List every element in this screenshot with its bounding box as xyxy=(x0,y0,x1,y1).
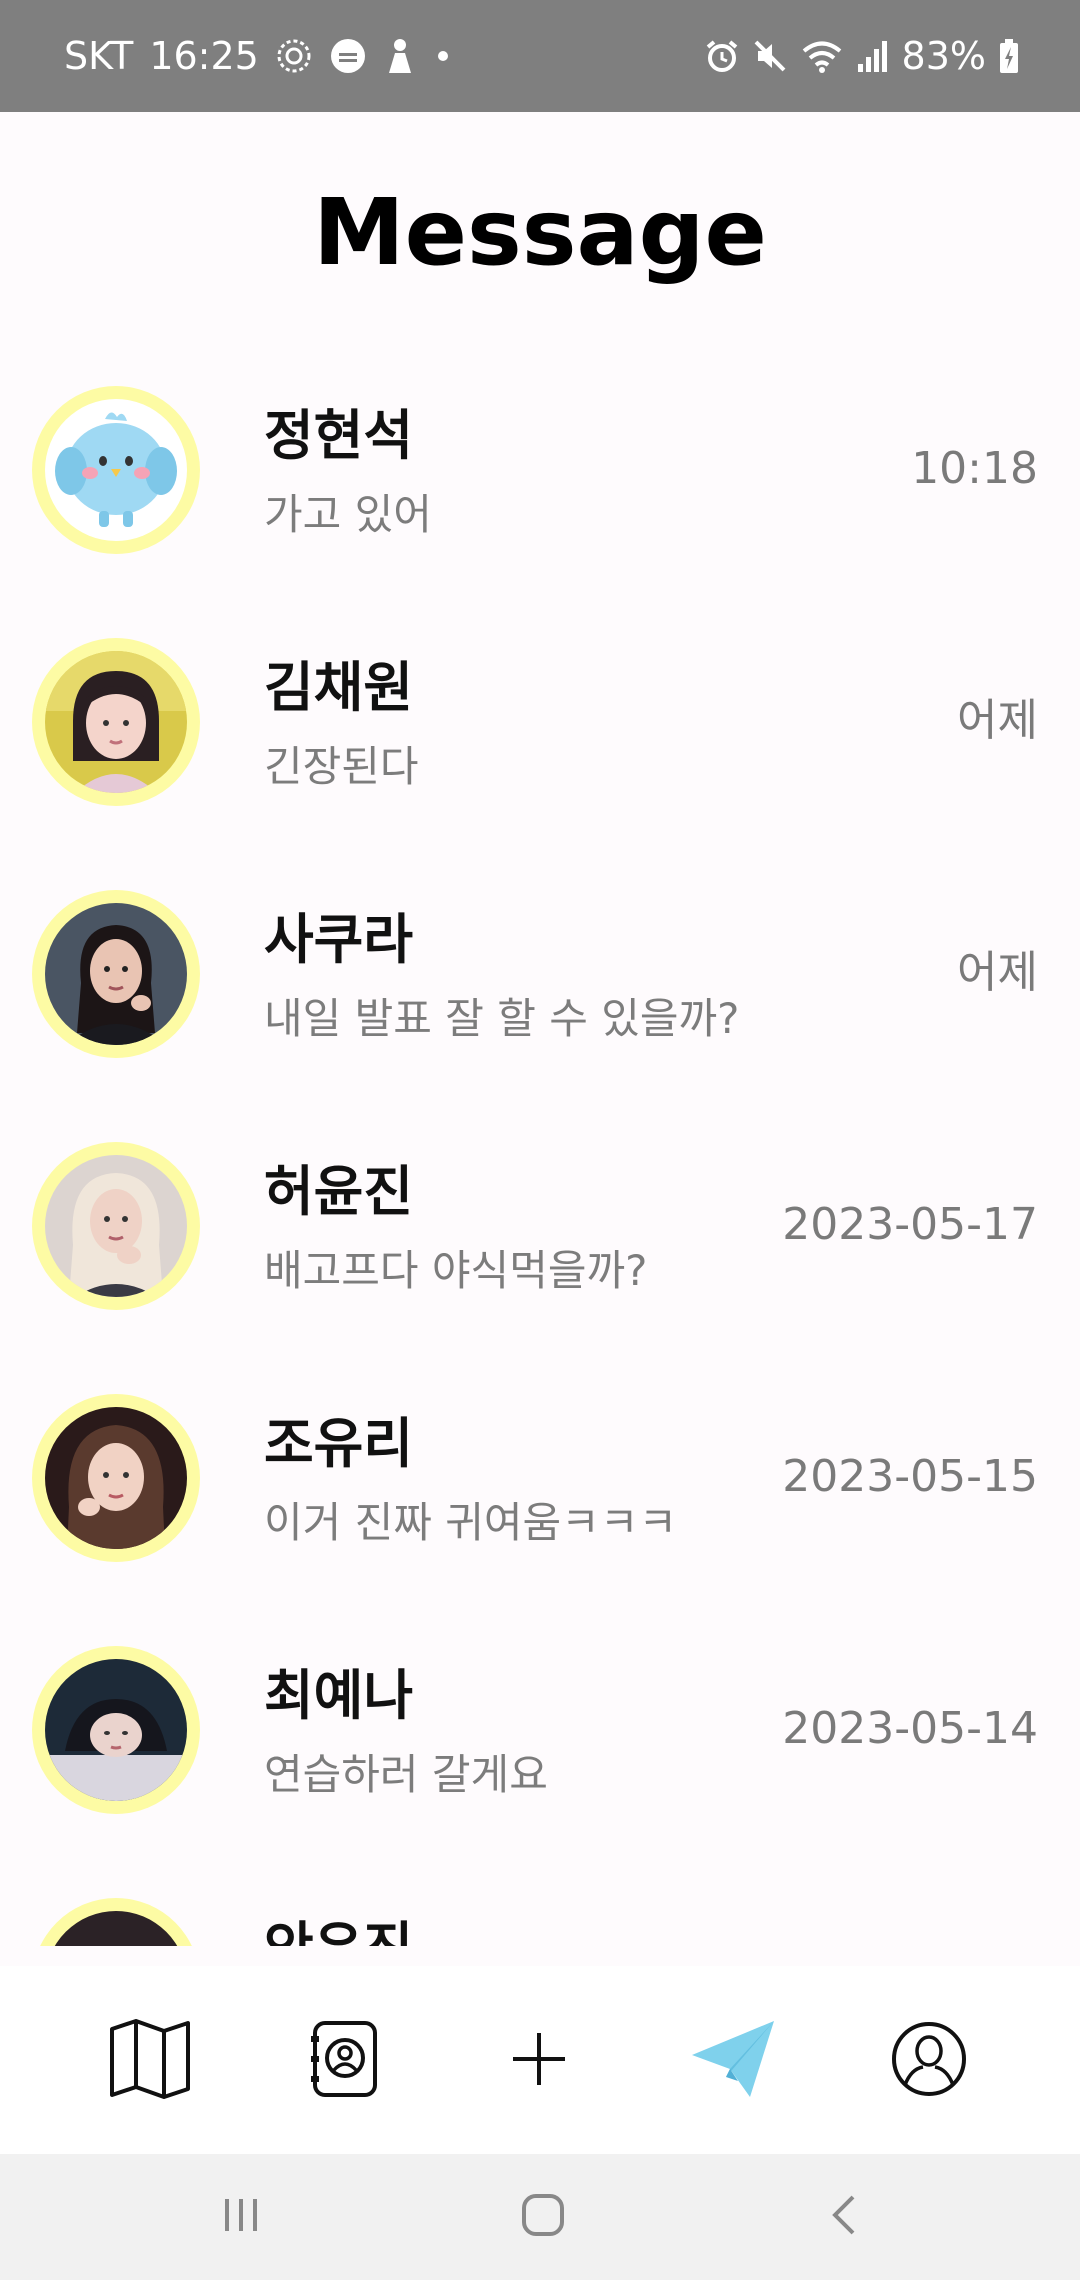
map-icon xyxy=(108,2019,192,2099)
contact-name: 허윤진 xyxy=(264,1160,414,1223)
message-time: 10:18 xyxy=(911,443,1038,494)
message-preview: 연습하러 갈게요 xyxy=(264,1750,548,1799)
carrier-label: SKT xyxy=(64,34,134,78)
message-preview: 내일 발표 잘 할 수 있을까? xyxy=(264,994,740,1043)
avatar xyxy=(32,890,200,1058)
conversation-item[interactable]: 허윤진 배고프다 야식먹을까? 2023-05-17 xyxy=(0,1120,1080,1372)
conversation-item[interactable]: 안유진 xyxy=(0,1876,1080,1946)
photo-avatar xyxy=(45,1407,187,1549)
conversation-item[interactable]: 김채원 긴장된다 어제 xyxy=(0,616,1080,868)
conversation-item[interactable]: 최예나 연습하러 갈게요 2023-05-14 xyxy=(0,1624,1080,1876)
message-time: 2023-05-15 xyxy=(782,1451,1038,1502)
profile-icon xyxy=(891,2021,967,2097)
message-preview: 가고 있어 xyxy=(264,490,432,539)
alarm-icon xyxy=(704,38,740,74)
bird-avatar xyxy=(45,399,187,541)
contact-name: 조유리 xyxy=(264,1412,414,1475)
contact-name: 안유진 xyxy=(264,1916,413,1946)
mute-icon xyxy=(752,38,788,74)
contacts-book-icon xyxy=(309,2020,381,2098)
photo-avatar xyxy=(45,903,187,1045)
photo-avatar xyxy=(45,1659,187,1801)
conversation-item[interactable]: 정현석 가고 있어 10:18 xyxy=(0,364,1080,616)
message-time: 어제 xyxy=(957,695,1038,746)
photo-avatar xyxy=(45,1155,187,1297)
conversation-item[interactable]: 사쿠라 내일 발표 잘 할 수 있을까? 어제 xyxy=(0,868,1080,1120)
dot-icon xyxy=(433,37,453,75)
status-left: SKT 16:25 xyxy=(64,0,453,112)
conversation-list[interactable]: 정현석 가고 있어 10:18 김채원 긴장된다 어제 사쿠라 내일 발표 잘 … xyxy=(0,364,1080,1946)
photo-avatar xyxy=(45,651,187,793)
gear-badge-icon xyxy=(275,37,313,75)
photo-avatar xyxy=(45,1911,187,1946)
avatar xyxy=(32,1646,200,1814)
system-nav-bar xyxy=(0,2154,1080,2280)
home-icon xyxy=(520,2192,566,2242)
message-preview: 긴장된다 xyxy=(264,742,419,791)
page-title: Message xyxy=(313,179,767,286)
message-time: 어제 xyxy=(957,947,1038,998)
contact-name: 김채원 xyxy=(264,656,414,719)
nav-messages-button[interactable] xyxy=(688,2014,778,2104)
nav-add-button[interactable] xyxy=(494,2014,584,2104)
recent-apps-icon xyxy=(219,2195,263,2239)
clock-label: 16:25 xyxy=(149,34,259,78)
back-icon xyxy=(825,2193,865,2241)
paper-plane-icon xyxy=(690,2019,776,2099)
status-right: 83% xyxy=(704,0,1020,112)
conversation-item[interactable]: 조유리 이거 진짜 귀여움ㅋㅋㅋ 2023-05-15 xyxy=(0,1372,1080,1624)
recent-apps-button[interactable] xyxy=(206,2182,276,2252)
avatar xyxy=(32,1394,200,1562)
nav-map-button[interactable] xyxy=(105,2014,195,2104)
home-button[interactable] xyxy=(508,2182,578,2252)
avatar xyxy=(32,386,200,554)
lock-app-icon xyxy=(329,37,367,75)
avatar xyxy=(32,1898,200,1946)
status-bar: SKT 16:25 83% xyxy=(0,0,1080,112)
battery-percent: 83% xyxy=(901,34,986,78)
wifi-icon xyxy=(800,38,844,74)
message-preview: 이거 진짜 귀여움ㅋㅋㅋ xyxy=(264,1498,678,1547)
nav-contacts-button[interactable] xyxy=(300,2014,390,2104)
signal-icon xyxy=(856,38,890,74)
messages-screen: SKT 16:25 83% Message 정현석 가고 있어 10:18 김채… xyxy=(0,0,1080,2280)
contact-name: 정현석 xyxy=(264,404,414,467)
contact-name: 사쿠라 xyxy=(264,908,414,971)
bottom-nav xyxy=(0,1966,1080,2154)
message-time: 2023-05-14 xyxy=(782,1703,1038,1754)
avatar xyxy=(32,1142,200,1310)
nav-profile-button[interactable] xyxy=(884,2014,974,2104)
back-button[interactable] xyxy=(810,2182,880,2252)
contact-name: 최예나 xyxy=(264,1664,414,1727)
plus-icon xyxy=(507,2027,571,2091)
avatar xyxy=(32,638,200,806)
message-time: 2023-05-17 xyxy=(782,1199,1038,1250)
message-preview: 배고프다 야식먹을까? xyxy=(264,1246,648,1295)
figure-icon xyxy=(383,37,417,75)
battery-charging-icon xyxy=(998,38,1020,74)
